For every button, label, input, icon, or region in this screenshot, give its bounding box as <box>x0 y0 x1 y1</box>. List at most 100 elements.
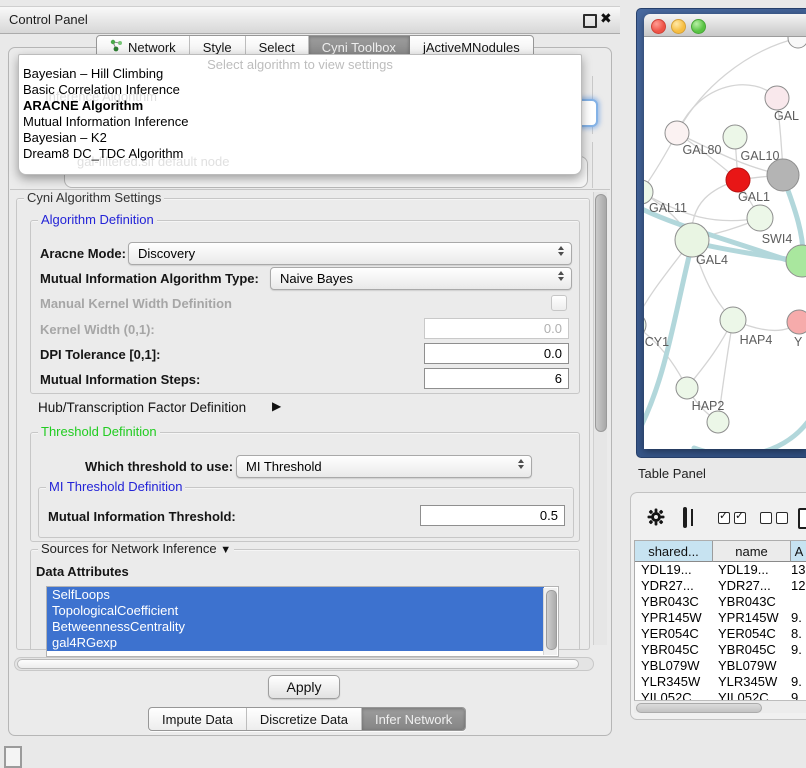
expand-arrow-icon[interactable]: ▶ <box>272 399 281 413</box>
which-threshold-combo[interactable]: MI Threshold <box>236 455 532 478</box>
algorithm-option[interactable]: Mutual Information Inference <box>23 114 577 130</box>
column-header[interactable]: shared... <box>635 541 713 562</box>
network-node-gal10[interactable] <box>723 125 747 149</box>
which-threshold-label: Which threshold to use: <box>85 459 233 474</box>
network-node-gal[interactable] <box>765 86 789 110</box>
close-traffic-light[interactable] <box>651 19 666 34</box>
tab-infer-network[interactable]: Infer Network <box>362 708 465 730</box>
new-table-document-icon[interactable] <box>798 508 806 529</box>
settings-gear-icon[interactable] <box>647 508 665 531</box>
mi-threshold-field[interactable]: 0.5 <box>420 505 565 526</box>
column-header[interactable]: name <box>713 541 791 562</box>
table-row[interactable]: YDL19...YDL19...13 <box>635 562 806 578</box>
deselect-all-checkboxes-icon[interactable] <box>760 512 788 524</box>
data-attributes-list[interactable]: SelfLoopsTopologicalCoefficientBetweenne… <box>46 586 559 657</box>
kernel-width-field[interactable]: 0.0 <box>424 318 569 339</box>
mi-threshold-label: Mutual Information Threshold: <box>48 509 236 524</box>
node-label: Y <box>794 335 803 349</box>
settings-group-title: Cyni Algorithm Settings <box>24 191 164 205</box>
network-node-y[interactable] <box>787 310 806 334</box>
table-row[interactable]: YPR145WYPR145W9. <box>635 610 806 626</box>
algorithm-definition-title: Algorithm Definition <box>38 213 157 227</box>
network-node[interactable] <box>767 159 799 191</box>
table-cell: YER054C <box>712 626 789 642</box>
column-view-icon[interactable] <box>683 507 687 528</box>
table-cell: YPR145W <box>635 610 712 626</box>
node-label: SWI4 <box>762 232 793 246</box>
network-window-titlebar[interactable] <box>644 14 806 37</box>
node-label: GAL80 <box>683 143 722 157</box>
bottom-tabs: Impute Data Discretize Data Infer Networ… <box>148 707 466 731</box>
close-icon[interactable]: ✖ <box>600 10 612 27</box>
table-cell: YBR045C <box>635 642 712 658</box>
attribute-item-selected[interactable]: SelfLoops <box>47 587 544 603</box>
node-table: shared...nameA YDL19...YDL19...13YDR27..… <box>634 540 806 701</box>
manual-kernel-label: Manual Kernel Width Definition <box>40 296 232 311</box>
network-node-swi4[interactable] <box>747 205 773 231</box>
zoom-traffic-light[interactable] <box>691 19 706 34</box>
algorithm-option[interactable]: Bayesian – Hill Climbing <box>23 66 577 82</box>
algorithm-select-popup: Select algorithm to view settings Infere… <box>18 54 582 175</box>
node-label: GCY1 <box>644 335 669 349</box>
table-row[interactable]: YBR045CYBR045C9. <box>635 642 806 658</box>
table-row[interactable]: YDR27...YDR27...12 <box>635 578 806 594</box>
table-cell: YDL19... <box>712 562 789 578</box>
algorithm-option[interactable]: Basic Correlation Inference <box>23 82 577 98</box>
algorithm-option[interactable]: Bayesian – K2 <box>23 130 577 146</box>
network-canvas[interactable]: GALGAL80GAL10GAL1GAL11SWI4GAL4GCY1HAP4YH… <box>644 36 806 449</box>
attribute-item-selected[interactable]: gal4RGexp <box>47 635 544 651</box>
network-node-gal80[interactable] <box>665 121 689 145</box>
network-node[interactable] <box>786 245 806 277</box>
table-row[interactable]: YER054CYER054C8. <box>635 626 806 642</box>
tab-discretize-data[interactable]: Discretize Data <box>247 708 362 730</box>
corner-widget-icon[interactable] <box>4 746 22 768</box>
float-window-icon[interactable] <box>583 14 597 28</box>
apply-button[interactable]: Apply <box>268 675 340 699</box>
table-cell: YLR345W <box>712 674 789 690</box>
aracne-mode-label: Aracne Mode: <box>40 246 126 261</box>
dpi-tolerance-field[interactable]: 0.0 <box>424 343 569 364</box>
column-header[interactable]: A <box>791 541 806 562</box>
table-horizontal-scrollbar[interactable] <box>634 700 806 713</box>
network-node-gal4[interactable] <box>675 223 709 257</box>
select-all-checkboxes-icon[interactable] <box>718 512 746 524</box>
node-label: GAL <box>774 109 799 123</box>
table-row[interactable]: YLR345WYLR345W9. <box>635 674 806 690</box>
network-node-hap4[interactable] <box>720 307 746 333</box>
table-cell: 12 <box>789 578 806 594</box>
node-label: GAL10 <box>741 149 780 163</box>
table-panel-header: Table Panel <box>628 460 806 488</box>
tab-impute-data[interactable]: Impute Data <box>149 708 247 730</box>
network-node[interactable] <box>788 36 806 48</box>
algorithm-option[interactable]: Dream8 DC_TDC Algorithm <box>23 146 577 162</box>
network-icon <box>110 39 123 55</box>
network-node[interactable] <box>707 411 729 433</box>
settings-vertical-scrollbar-thumb[interactable] <box>595 194 607 432</box>
attribute-item-selected[interactable]: TopologicalCoefficient <box>47 603 544 619</box>
stepper-arrows-icon <box>558 271 564 281</box>
tab-network-label: Network <box>128 40 176 55</box>
mi-type-combo[interactable]: Naive Bayes <box>270 267 572 290</box>
minimize-traffic-light[interactable] <box>671 19 686 34</box>
algorithm-option[interactable]: ARACNE Algorithm <box>23 98 577 114</box>
table-row[interactable]: YBR043CYBR043C <box>635 594 806 610</box>
table-row[interactable]: YBL079WYBL079W <box>635 658 806 674</box>
list-scrollbar[interactable] <box>543 588 557 655</box>
settings-horizontal-scrollbar[interactable] <box>14 657 594 671</box>
collapse-arrow-icon[interactable]: ▼ <box>220 544 231 556</box>
node-label: HAP4 <box>740 333 773 347</box>
mi-type-label: Mutual Information Algorithm Type: <box>40 271 259 286</box>
network-graph: GALGAL80GAL10GAL1GAL11SWI4GAL4GCY1HAP4YH… <box>644 36 806 449</box>
network-node-gal1[interactable] <box>726 168 750 192</box>
aracne-mode-combo[interactable]: Discovery <box>128 242 572 265</box>
stepper-arrows-icon <box>518 459 524 469</box>
table-cell: YDR27... <box>712 578 789 594</box>
attribute-item-selected[interactable]: BetweennessCentrality <box>47 619 544 635</box>
table-cell <box>789 658 806 674</box>
mi-steps-field[interactable]: 6 <box>424 368 569 389</box>
network-node-hap2[interactable] <box>676 377 698 399</box>
threshold-definition-title: Threshold Definition <box>38 425 160 439</box>
manual-kernel-checkbox[interactable] <box>551 295 567 311</box>
table-cell <box>789 594 806 610</box>
group-edge <box>592 142 593 188</box>
